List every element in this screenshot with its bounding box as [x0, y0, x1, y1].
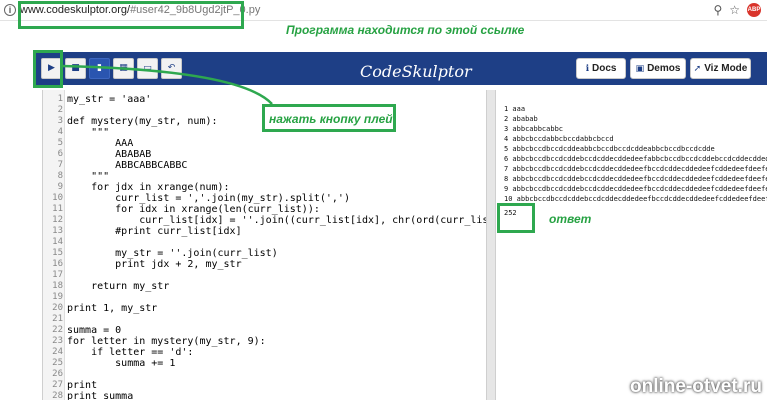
- code-text: """: [67, 127, 110, 138]
- output-line: 9 abbcbccdbccdcddebccdcddecddedeefbccdcd…: [504, 185, 767, 193]
- line-number: 5: [57, 138, 63, 148]
- code-text: summa += 1: [67, 358, 176, 369]
- line-number: 17: [52, 270, 63, 280]
- reset-button[interactable]: ↶: [161, 58, 182, 79]
- output-line: 6 abbcbccdbccdcddebccdcddecddedeefabbcbc…: [504, 155, 767, 163]
- code-text: """: [67, 171, 110, 182]
- code-text: print: [67, 380, 98, 391]
- line-number: 3: [57, 116, 63, 126]
- line-number: 4: [57, 127, 63, 137]
- info-icon: ℹ: [585, 63, 589, 74]
- output-line: 5 abbcbccdbccdcddeabbcbccdbccdcddeabbcbc…: [504, 145, 715, 153]
- vizmode-button[interactable]: ➚ Viz Mode: [690, 58, 751, 79]
- vizmode-icon: ➚: [693, 63, 702, 74]
- code-text: curr_list[idx] = ''.join((curr_list[idx]…: [67, 215, 487, 226]
- line-number: 25: [52, 358, 63, 368]
- code-text: curr_list = ','.join(my_str).split(','): [67, 193, 350, 204]
- line-number: 7: [57, 160, 63, 170]
- code-text: summa = 0: [67, 325, 122, 336]
- output-line: 3 abbcabbcabbc: [504, 125, 564, 133]
- output-console: 1 aaa 2 ababab 3 abbcabbcabbc 4 abbcbccdabb…: [495, 90, 767, 400]
- codeskulptor-logo: CodeSkulptor: [360, 62, 472, 81]
- url-annotation: Программа находится по этой ссылке: [286, 23, 525, 37]
- code-text: if letter == 'd':: [67, 347, 194, 358]
- search-icon[interactable]: ⚲: [713, 3, 722, 17]
- code-text: my_str = ''.join(curr_list): [67, 248, 278, 259]
- output-line: 1 aaa: [504, 105, 526, 113]
- line-number: 2: [57, 105, 63, 115]
- code-text: def mystery(my_str, num):: [67, 116, 218, 127]
- output-line: 7 abbcbccdbccdcddebccdcddecddedeefbccdcd…: [504, 165, 767, 173]
- line-number: 22: [52, 325, 63, 335]
- line-number: 23: [52, 336, 63, 346]
- save-button[interactable]: ■: [65, 58, 86, 79]
- answer-annotation: ответ: [549, 212, 592, 226]
- code-text: print jdx + 2, my_str: [67, 259, 242, 270]
- adblock-icon[interactable]: ABP: [747, 3, 761, 17]
- code-text: #print curr_list[idx]: [67, 226, 242, 237]
- open-button[interactable]: ▭: [137, 58, 158, 79]
- line-number: 21: [52, 314, 63, 324]
- code-text: for idx in xrange(len(curr_list)):: [67, 204, 320, 215]
- code-text: AAA: [67, 138, 134, 149]
- code-text: ABABAB: [67, 149, 152, 160]
- docs-button[interactable]: ℹ Docs: [576, 58, 626, 79]
- output-line: 2 ababab: [504, 115, 538, 123]
- line-number: 8: [57, 171, 63, 181]
- code-text: return my_str: [67, 281, 170, 292]
- star-icon[interactable]: ☆: [729, 3, 740, 17]
- url-highlight-box: [18, 1, 244, 29]
- panel-divider[interactable]: [487, 90, 495, 400]
- docs-label: Docs: [591, 63, 617, 74]
- watermark: online-otvet.ru: [630, 376, 762, 397]
- code-text: print 1, my_str: [67, 303, 158, 314]
- answer-highlight-box: [497, 203, 535, 233]
- demos-label: Demos: [647, 63, 681, 74]
- code-text: for letter in mystery(my_str, 9):: [67, 336, 266, 347]
- line-number: 18: [52, 281, 63, 291]
- line-number: 1: [57, 94, 63, 104]
- download-button[interactable]: ▮: [89, 58, 110, 79]
- code-text: my_str = 'aaa': [67, 94, 152, 105]
- code-editor[interactable]: 1 my_str = 'aaa' 2 3 def mystery(my_str, num…: [42, 90, 487, 400]
- line-number: 11: [52, 204, 63, 214]
- line-number: 27: [52, 380, 63, 390]
- line-number: 14: [52, 237, 63, 247]
- code-text: print summa: [67, 391, 134, 400]
- info-icon[interactable]: i: [4, 4, 16, 16]
- demos-icon: ▣: [635, 63, 645, 74]
- output-line: 10 abbcbccdbccdcddebccdcddecddedeefbccdc…: [504, 195, 767, 203]
- line-number: 15: [52, 248, 63, 258]
- line-number: 28: [52, 391, 63, 400]
- address-bar-icons: ⚲ ☆ ABP: [713, 3, 761, 17]
- line-number: 20: [52, 303, 63, 313]
- line-number: 13: [52, 226, 63, 236]
- fresh-url-button[interactable]: ▦: [113, 58, 134, 79]
- line-number: 9: [57, 182, 63, 192]
- line-number: 24: [52, 347, 63, 357]
- line-number: 12: [52, 215, 63, 225]
- output-line: 4 abbcbccdabbcbccdabbcbccd: [504, 135, 614, 143]
- vizmode-label: Viz Mode: [704, 63, 748, 74]
- line-number: 16: [52, 259, 63, 269]
- demos-button[interactable]: ▣ Demos: [630, 58, 686, 79]
- output-line: 8 abbcbccdbccdcddebccdcddecddedeefbccdcd…: [504, 175, 767, 183]
- code-text: for jdx in xrange(num):: [67, 182, 230, 193]
- play-annotation: нажать кнопку плей: [269, 112, 393, 126]
- line-number: 10: [52, 193, 63, 203]
- play-highlight-box: [33, 50, 63, 88]
- line-number: 26: [52, 369, 63, 379]
- line-number: 19: [52, 292, 63, 302]
- code-text: ABBCABBCABBC: [67, 160, 188, 171]
- line-number: 6: [57, 149, 63, 159]
